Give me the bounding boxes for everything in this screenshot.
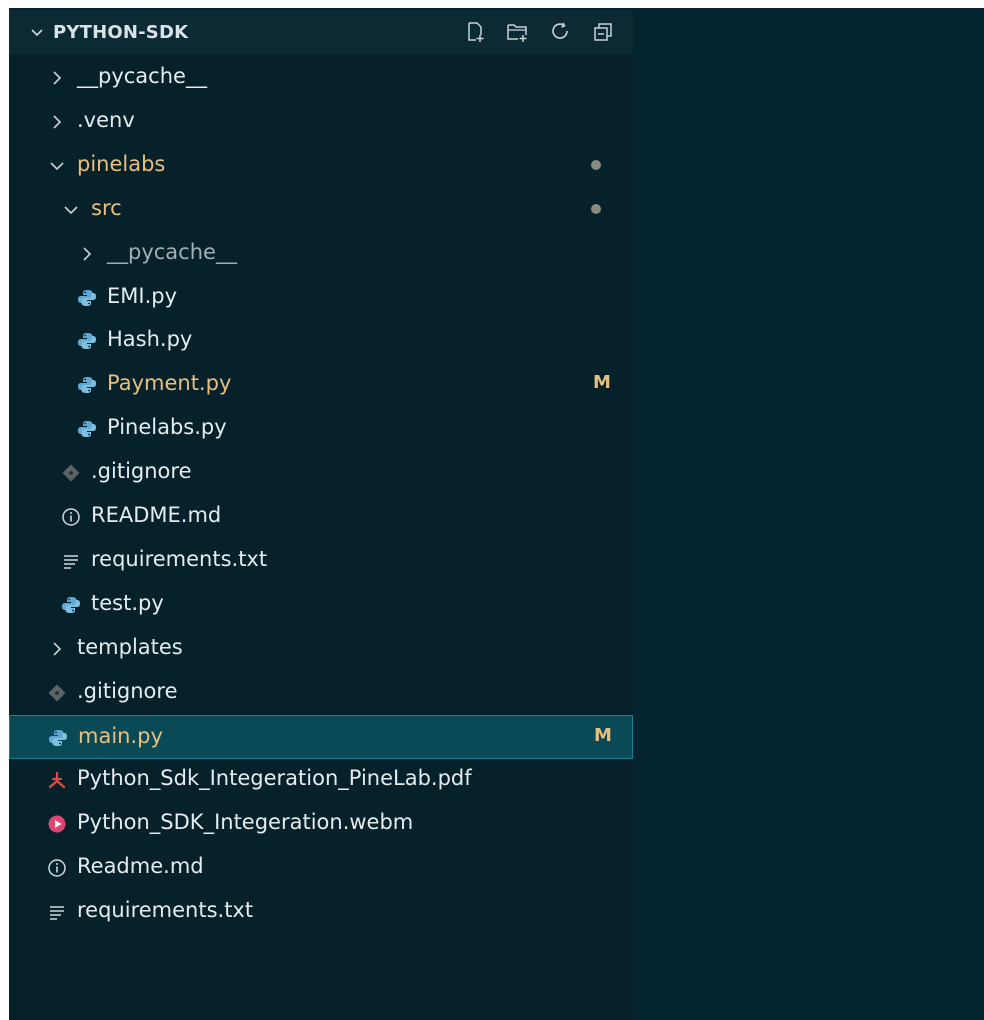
chevron-down-icon[interactable] (49, 157, 65, 175)
chevron-down-icon[interactable] (63, 201, 79, 219)
file-row[interactable]: requirements.txt (9, 539, 633, 583)
item-label: Hash.py (107, 327, 193, 352)
info-icon (62, 508, 80, 526)
python-icon (78, 421, 96, 438)
file-row[interactable]: EMI.py (9, 276, 633, 320)
item-label: .venv (77, 107, 135, 132)
file-row[interactable]: Readme.md (9, 846, 633, 890)
text-file-icon (50, 906, 64, 920)
pdf-icon (48, 772, 66, 789)
item-label: Python_SDK_Integeration.webm (77, 810, 414, 835)
item-label: Pinelabs.py (107, 415, 227, 440)
folder-row[interactable]: __pycache__ (9, 56, 633, 100)
item-label: README.md (91, 503, 222, 527)
item-label: Payment.py (107, 371, 232, 396)
file-row[interactable]: test.py (9, 583, 633, 627)
info-icon (48, 859, 66, 877)
python-icon (62, 596, 80, 613)
text-file-icon (64, 555, 78, 569)
file-row[interactable]: Hash.py (9, 319, 633, 363)
file-row[interactable]: Pinelabs.py (9, 407, 633, 451)
folder-row[interactable]: __pycache__ (9, 232, 633, 276)
item-label: templates (77, 634, 183, 659)
refresh-icon[interactable] (550, 21, 572, 43)
chevron-right-icon[interactable] (49, 113, 65, 131)
python-icon (78, 289, 96, 306)
file-row[interactable]: Python_SDK_Integeration.webm (9, 802, 633, 846)
folder-row[interactable]: pinelabs (9, 144, 633, 188)
file-row[interactable]: README.md (9, 495, 633, 539)
item-label: Python_Sdk_Integeration_PineLab.pdf (77, 766, 472, 791)
gitignore-icon (48, 684, 66, 702)
python-icon (78, 333, 96, 350)
item-label: __pycache__ (107, 239, 237, 264)
item-label: .gitignore (77, 678, 178, 703)
modified-dot (591, 159, 601, 170)
item-label: __pycache__ (77, 64, 207, 88)
modified-badge: M (593, 372, 611, 394)
new-folder-icon[interactable] (506, 21, 528, 43)
item-label: test.py (91, 590, 164, 615)
explorer-header[interactable]: PYTHON-SDK (9, 10, 633, 54)
folder-row[interactable]: .venv (9, 100, 633, 144)
explorer-title: PYTHON-SDK (53, 22, 189, 43)
file-row[interactable]: Python_Sdk_Integeration_PineLab.pdf (9, 758, 633, 802)
item-label: main.py (78, 723, 163, 748)
item-label: Readme.md (77, 854, 204, 879)
folder-row[interactable]: templates (9, 627, 633, 671)
item-label: .gitignore (91, 459, 192, 484)
chevron-right-icon[interactable] (79, 245, 95, 263)
chevron-right-icon[interactable] (49, 69, 65, 87)
modified-dot (591, 203, 601, 214)
gitignore-icon (62, 464, 80, 482)
file-row[interactable]: Payment.py M (9, 363, 633, 407)
python-icon (49, 729, 67, 746)
file-row[interactable]: main.py M (9, 714, 633, 759)
folder-row[interactable]: src (9, 188, 633, 232)
file-row[interactable]: requirements.txt (9, 890, 633, 934)
item-label: requirements.txt (91, 546, 268, 571)
modified-badge: M (594, 724, 612, 746)
video-icon (48, 815, 66, 833)
chevron-right-icon[interactable] (49, 640, 65, 658)
item-label: requirements.txt (77, 898, 254, 923)
collapse-all-icon[interactable] (592, 21, 614, 43)
item-label: pinelabs (77, 151, 166, 176)
item-label: src (91, 195, 122, 220)
chevron-down-icon[interactable] (29, 24, 45, 40)
file-row[interactable]: .gitignore (9, 451, 633, 495)
item-label: EMI.py (107, 283, 178, 308)
new-file-icon[interactable] (464, 21, 486, 43)
file-row[interactable]: .gitignore (9, 671, 633, 715)
python-icon (78, 377, 96, 394)
